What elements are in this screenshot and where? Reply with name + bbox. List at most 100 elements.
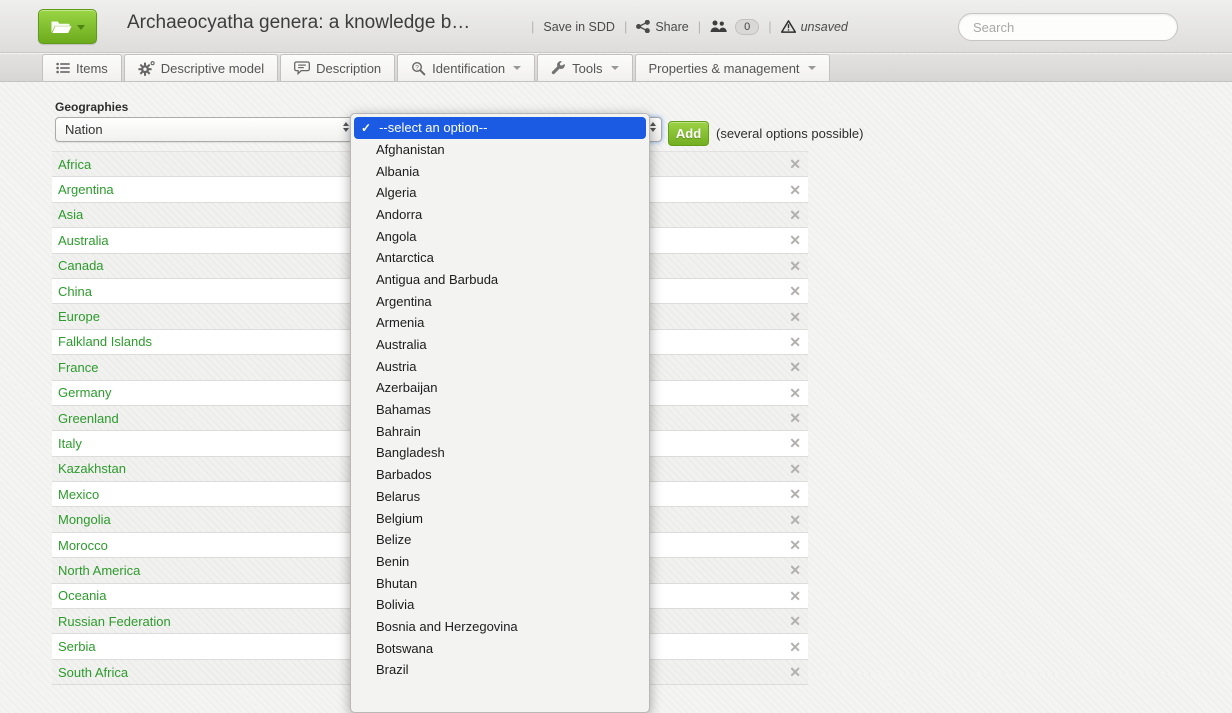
warning-icon: [781, 20, 796, 33]
dropdown-option[interactable]: Bahamas: [351, 399, 649, 421]
dropdown-option[interactable]: Bahrain: [351, 420, 649, 442]
geography-link[interactable]: Asia: [58, 207, 83, 222]
dropdown-selected-option[interactable]: ✓ --select an option--: [354, 117, 646, 139]
list-icon: [56, 62, 70, 74]
open-file-button[interactable]: [38, 9, 97, 44]
delete-icon[interactable]: ✕: [789, 259, 801, 273]
delete-icon[interactable]: ✕: [789, 233, 801, 247]
descriptor-select[interactable]: Nation: [55, 117, 355, 142]
delete-icon[interactable]: ✕: [789, 538, 801, 552]
dropdown-option[interactable]: Albania: [351, 160, 649, 182]
dropdown-option[interactable]: Botswana: [351, 637, 649, 659]
delete-icon[interactable]: ✕: [789, 183, 801, 197]
delete-icon[interactable]: ✕: [789, 436, 801, 450]
select-stepper-icon: [343, 122, 349, 132]
geography-link[interactable]: Russian Federation: [58, 614, 171, 629]
share-button[interactable]: Share: [636, 20, 688, 34]
folder-caret-icon: [77, 25, 85, 30]
main-tabbar: Items Descriptive model: [0, 54, 1232, 82]
check-icon: ✓: [361, 121, 371, 135]
folder-icon: [50, 19, 73, 35]
dropdown-option[interactable]: Bolivia: [351, 594, 649, 616]
dropdown-option[interactable]: Australia: [351, 334, 649, 356]
delete-icon[interactable]: ✕: [789, 360, 801, 374]
delete-icon[interactable]: ✕: [789, 665, 801, 679]
dropdown-option[interactable]: Bosnia and Herzegovina: [351, 616, 649, 638]
dropdown-option[interactable]: Armenia: [351, 312, 649, 334]
geography-link[interactable]: Mongolia: [58, 512, 111, 527]
geography-link[interactable]: Mexico: [58, 487, 99, 502]
unsaved-status: unsaved: [781, 20, 848, 34]
dropdown-option[interactable]: Benin: [351, 551, 649, 573]
dropdown-option[interactable]: Belarus: [351, 486, 649, 508]
tab-description[interactable]: Description: [280, 54, 395, 81]
dropdown-option[interactable]: Belize: [351, 529, 649, 551]
delete-icon[interactable]: ✕: [789, 284, 801, 298]
geography-link[interactable]: Greenland: [58, 411, 119, 426]
dropdown-option[interactable]: Bhutan: [351, 572, 649, 594]
dropdown-option[interactable]: Austria: [351, 355, 649, 377]
geography-link[interactable]: Germany: [58, 385, 111, 400]
chevron-down-icon: [611, 66, 619, 70]
geography-link[interactable]: Italy: [58, 436, 82, 451]
add-button[interactable]: Add: [668, 121, 709, 146]
select-stepper-icon: [650, 122, 656, 132]
delete-icon[interactable]: ✕: [789, 462, 801, 476]
tab-identification[interactable]: ? Identification: [397, 54, 535, 81]
geography-link[interactable]: Serbia: [58, 639, 96, 654]
chevron-down-icon: [808, 66, 816, 70]
options-hint: (several options possible): [716, 126, 863, 141]
collaborators-button[interactable]: 0: [710, 19, 759, 35]
app-header: Archaeocyatha genera: a knowledge b… | S…: [0, 0, 1232, 53]
dropdown-option[interactable]: Belgium: [351, 507, 649, 529]
tab-descriptive-model[interactable]: Descriptive model: [124, 54, 278, 81]
dropdown-option[interactable]: Angola: [351, 225, 649, 247]
geography-link[interactable]: Europe: [58, 309, 100, 324]
dropdown-option[interactable]: Bangladesh: [351, 442, 649, 464]
geography-link[interactable]: Africa: [58, 157, 91, 172]
delete-icon[interactable]: ✕: [789, 640, 801, 654]
geography-link[interactable]: South Africa: [58, 665, 128, 680]
delete-icon[interactable]: ✕: [789, 487, 801, 501]
delete-icon[interactable]: ✕: [789, 513, 801, 527]
geography-link[interactable]: Canada: [58, 258, 104, 273]
search-input[interactable]: [958, 13, 1178, 41]
tab-properties-management[interactable]: Properties & management: [635, 54, 830, 81]
geography-link[interactable]: China: [58, 284, 92, 299]
tab-tools[interactable]: Tools: [537, 54, 632, 81]
delete-icon[interactable]: ✕: [789, 157, 801, 171]
section-title: Geographies: [55, 100, 128, 114]
geography-link[interactable]: Argentina: [58, 182, 114, 197]
dropdown-option[interactable]: Barbados: [351, 464, 649, 486]
header-actions: | Save in SDD | Share |: [522, 0, 848, 53]
dropdown-option[interactable]: Andorra: [351, 204, 649, 226]
tab-items[interactable]: Items: [42, 54, 122, 81]
delete-icon[interactable]: ✕: [789, 310, 801, 324]
geography-link[interactable]: Morocco: [58, 538, 108, 553]
delete-icon[interactable]: ✕: [789, 411, 801, 425]
dropdown-option[interactable]: Azerbaijan: [351, 377, 649, 399]
delete-icon[interactable]: ✕: [789, 563, 801, 577]
delete-icon[interactable]: ✕: [789, 386, 801, 400]
geography-link[interactable]: Kazakhstan: [58, 461, 126, 476]
delete-icon[interactable]: ✕: [789, 335, 801, 349]
geography-link[interactable]: Falkland Islands: [58, 334, 152, 349]
share-icon: [636, 20, 650, 33]
geography-link[interactable]: Australia: [58, 233, 109, 248]
dropdown-option[interactable]: Algeria: [351, 182, 649, 204]
delete-icon[interactable]: ✕: [789, 208, 801, 222]
dropdown-option[interactable]: Antarctica: [351, 247, 649, 269]
geography-link[interactable]: North America: [58, 563, 140, 578]
delete-icon[interactable]: ✕: [789, 614, 801, 628]
dropdown-option[interactable]: Argentina: [351, 290, 649, 312]
dropdown-option[interactable]: Brazil: [351, 659, 649, 681]
geography-link[interactable]: Oceania: [58, 588, 106, 603]
chevron-down-icon: [513, 66, 521, 70]
dropdown-option[interactable]: Afghanistan: [351, 139, 649, 161]
people-icon: [710, 20, 728, 33]
dropdown-option[interactable]: Antigua and Barbuda: [351, 269, 649, 291]
save-in-sdd-button[interactable]: Save in SDD: [543, 20, 615, 34]
delete-icon[interactable]: ✕: [789, 589, 801, 603]
geography-link[interactable]: France: [58, 360, 98, 375]
magnifier-icon: ?: [411, 61, 426, 76]
